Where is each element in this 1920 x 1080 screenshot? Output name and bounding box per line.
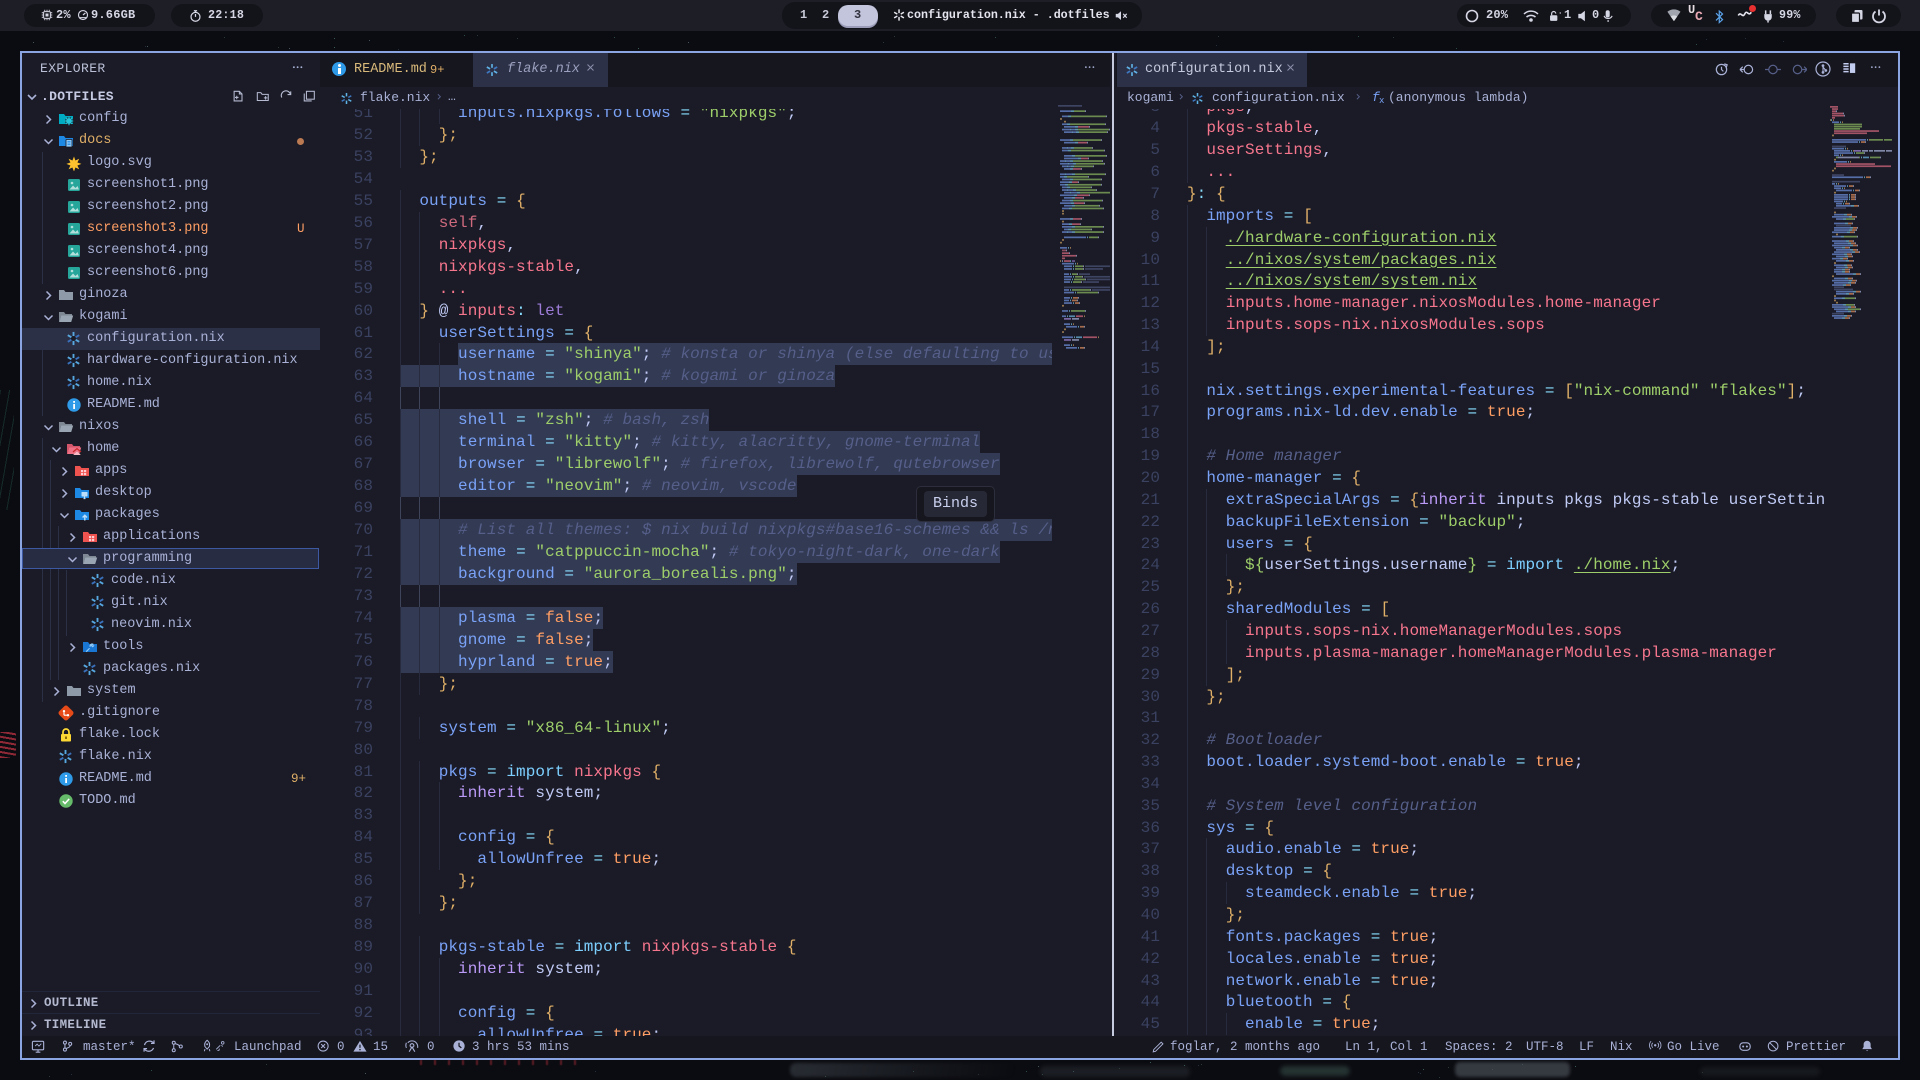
- svg-text:*: *: [1559, 11, 1561, 18]
